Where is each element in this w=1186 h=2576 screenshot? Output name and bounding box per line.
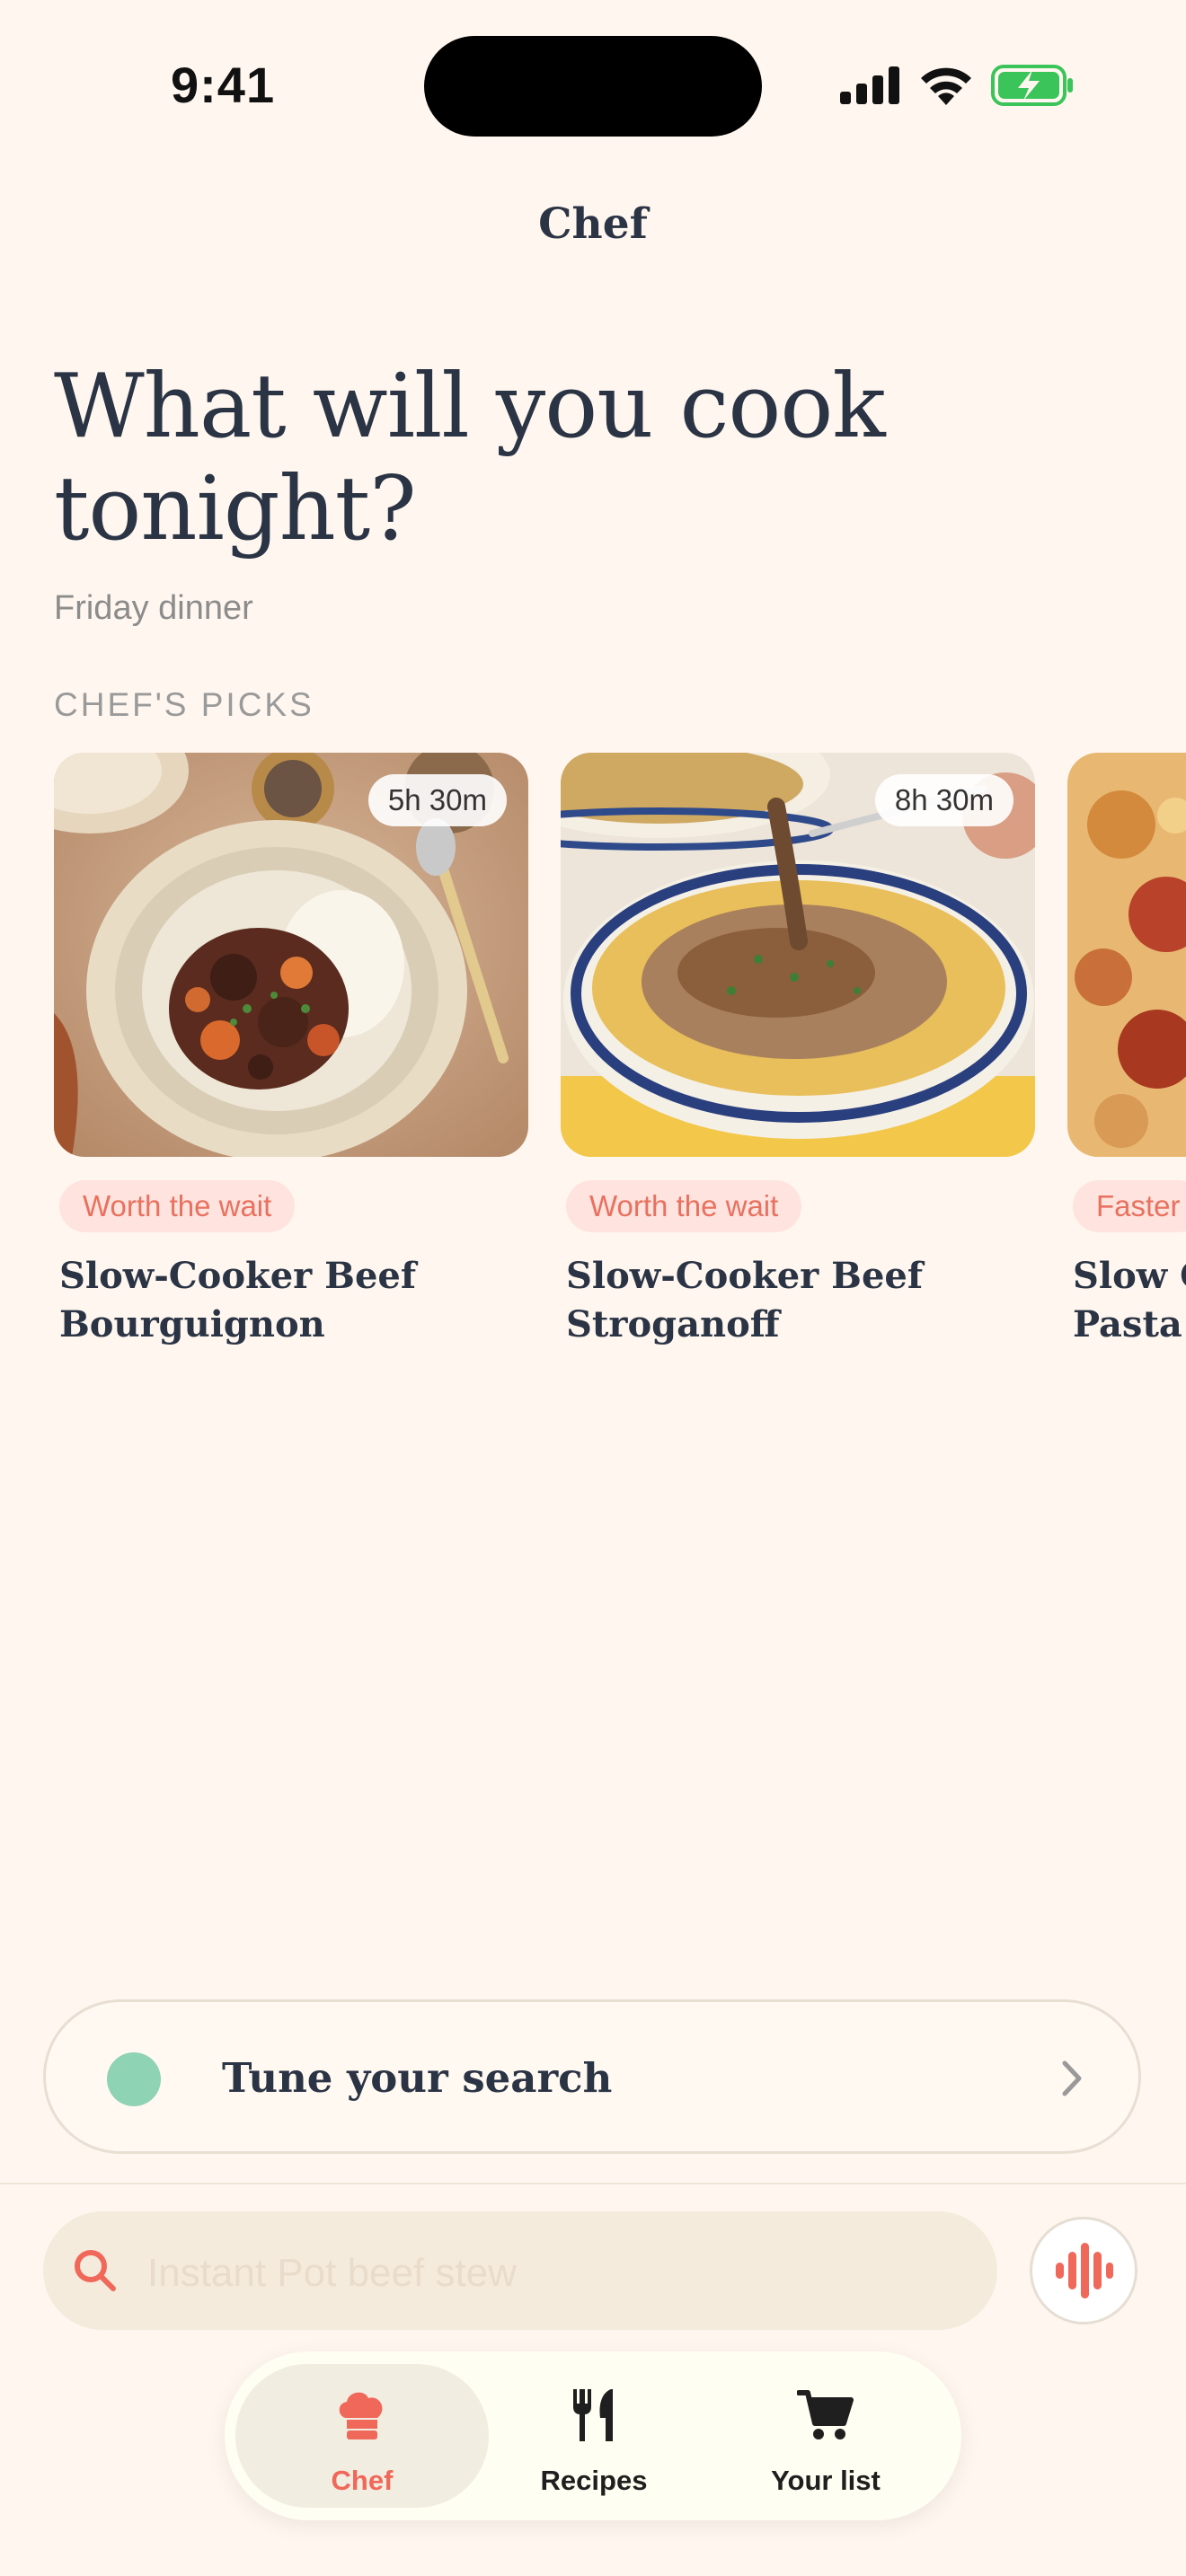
page-subtitle: Friday dinner (54, 589, 253, 627)
page-headline: What will you cook tonight? (54, 356, 886, 560)
divider (0, 2183, 1186, 2184)
chevron-right-icon (1062, 2060, 1082, 2096)
search-placeholder: Instant Pot beef stew (147, 2251, 517, 2295)
duration-badge: 8h 30m (874, 774, 1013, 826)
voice-waveform-icon (1056, 2243, 1113, 2298)
recipe-title: Slow-Cooker Beef Bourguignon (59, 1255, 417, 1345)
duration-badge: 5h 30m (367, 774, 507, 826)
tab-your-list[interactable]: Your list (699, 2364, 952, 2508)
recipe-tag: Faster (1073, 1180, 1186, 1232)
recipe-image (1067, 753, 1186, 1157)
recipe-title-line: Pasta (1073, 1303, 1182, 1345)
tab-recipes[interactable]: Recipes (467, 2364, 721, 2508)
search-input[interactable]: Instant Pot beef stew (43, 2211, 997, 2330)
tab-label: Your list (771, 2465, 881, 2496)
status-icons (840, 63, 1074, 108)
chef-hat-icon (339, 2392, 383, 2439)
cart-icon (797, 2390, 854, 2439)
tune-search-button[interactable]: Tune your search (43, 1999, 1141, 2154)
section-label-chefs-picks: CHEF'S PICKS (54, 686, 314, 723)
recipe-title-line: Slow C (1073, 1255, 1186, 1297)
fork-knife-icon (573, 2389, 613, 2441)
tab-chef[interactable]: Chef (235, 2364, 489, 2508)
tab-label: Chef (331, 2465, 394, 2496)
search-icon (75, 2250, 116, 2291)
pasta-bake-image (1067, 753, 1186, 1157)
status-dot-icon (107, 2052, 161, 2106)
battery-charging-icon (991, 65, 1073, 106)
recipe-card[interactable]: 5h 30m Worth the wait Slow-Cooker Beef B… (54, 753, 528, 1349)
dynamic-island (424, 36, 762, 137)
status-time: 9:41 (171, 57, 276, 113)
cellular-signal-icon (840, 66, 899, 104)
recipe-tag: Worth the wait (59, 1180, 296, 1232)
recipe-card[interactable]: Faster Slow C Pasta (1067, 753, 1186, 1345)
app-title: Chef (538, 199, 648, 249)
recipe-card[interactable]: 8h 30m Worth the wait Slow-Cooker Beef S… (561, 753, 1035, 1349)
recipe-title: Slow-Cooker Beef Stroganoff (566, 1255, 924, 1345)
tune-search-label: Tune your search (222, 2054, 613, 2102)
recipe-image: 8h 30m (561, 753, 1035, 1157)
recipe-tag: Worth the wait (566, 1180, 802, 1232)
recipe-title: Slow C Pasta (1073, 1252, 1186, 1345)
tab-bar: Chef Recipes Your list (225, 2351, 961, 2520)
tab-label: Recipes (540, 2465, 648, 2496)
recipe-image: 5h 30m (54, 753, 528, 1157)
voice-input-button[interactable] (1030, 2217, 1137, 2325)
wifi-icon (921, 67, 971, 105)
